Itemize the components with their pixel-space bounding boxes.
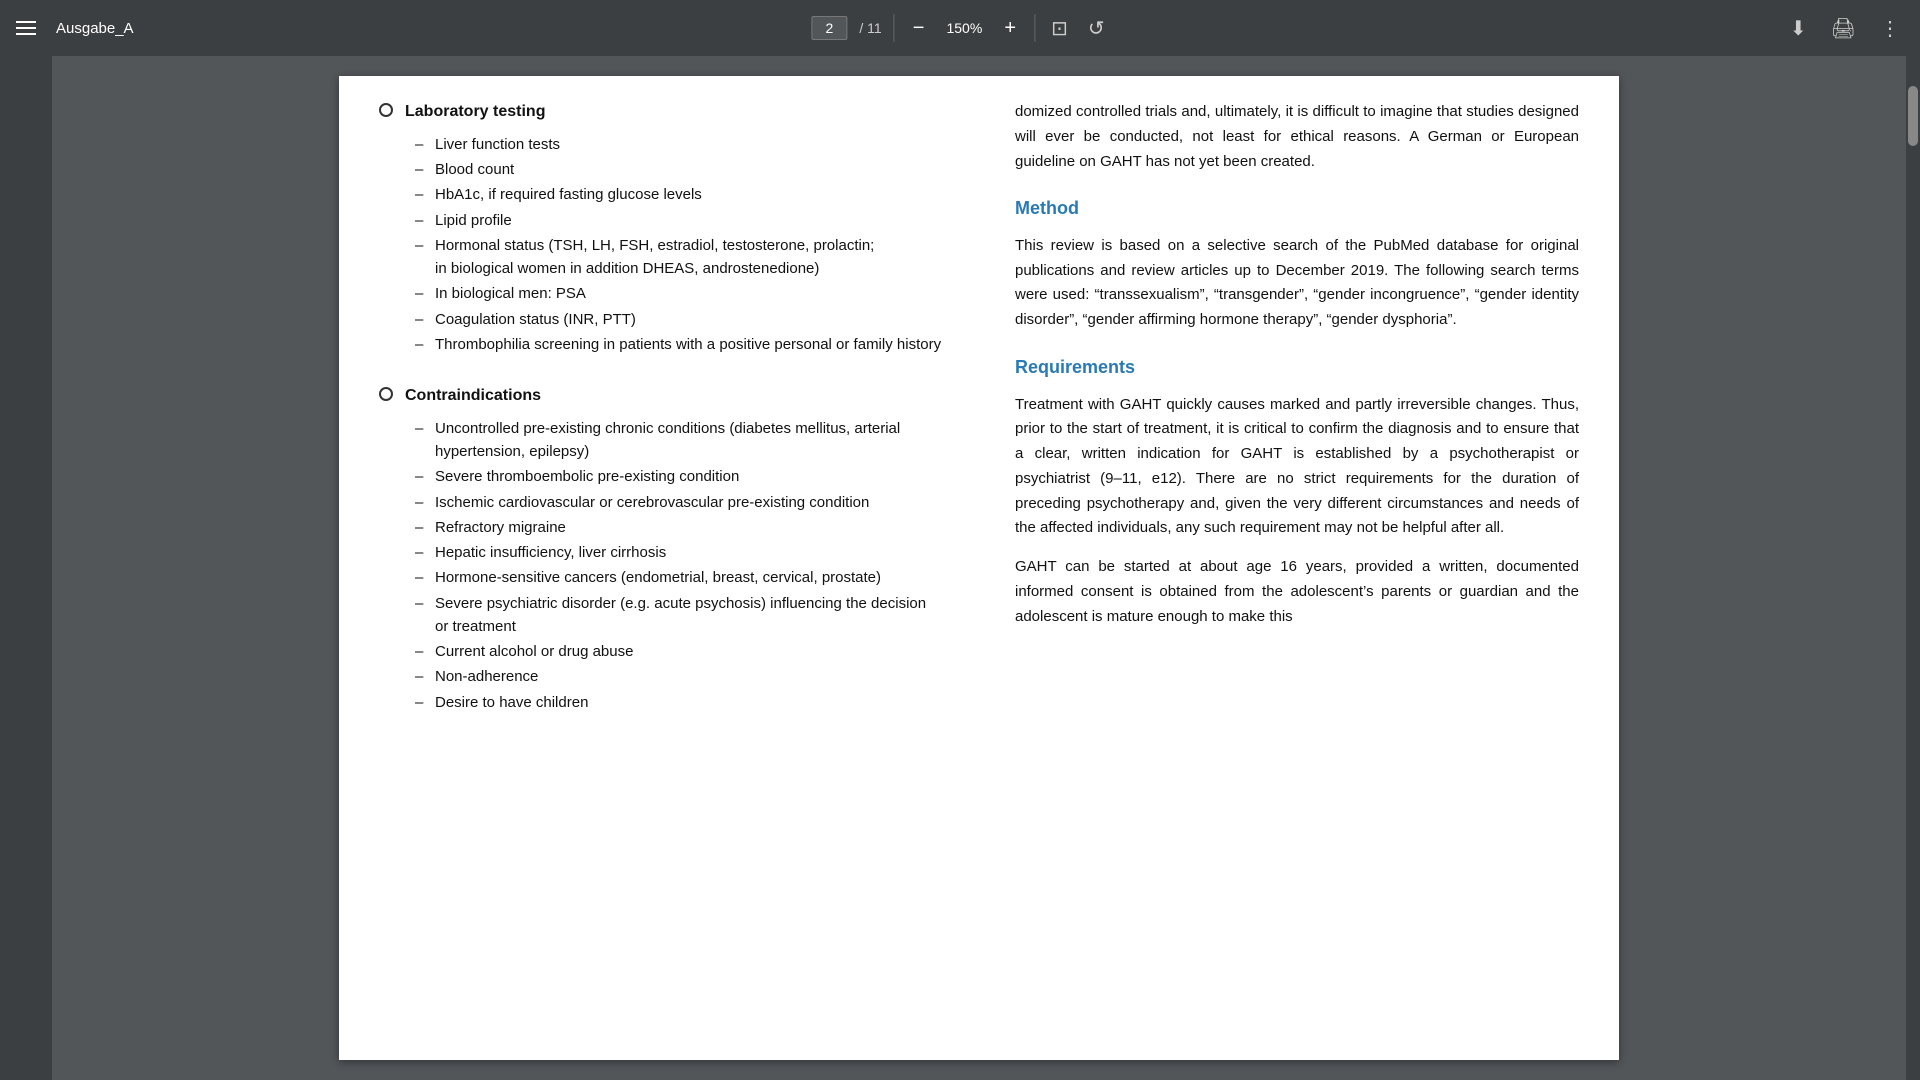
method-text: This review is based on a selective sear…: [1015, 234, 1579, 333]
left-sidebar: [0, 56, 52, 1080]
zoom-level: 150%: [942, 20, 986, 36]
section-header-lab: Laboratory testing: [379, 100, 943, 125]
lab-testing-list: Liver function tests Blood count HbA1c, …: [415, 133, 943, 356]
content-area: Laboratory testing Liver function tests …: [0, 56, 1920, 1080]
page-number-input[interactable]: [811, 16, 847, 40]
page: Laboratory testing Liver function tests …: [339, 76, 1619, 1060]
bullet-dot-contra: [379, 387, 393, 401]
list-item: Coagulation status (INR, PTT): [415, 308, 943, 331]
rotate-button[interactable]: ↺: [1084, 12, 1109, 45]
toolbar: Ausgabe_A / 11 − 150% + ⊡ ↺ ⬇ 🖨 ⋮: [0, 0, 1920, 56]
zoom-in-button[interactable]: +: [998, 16, 1022, 40]
scrollbar-thumb[interactable]: [1908, 86, 1918, 146]
document-viewer[interactable]: Laboratory testing Liver function tests …: [52, 56, 1906, 1080]
right-scrollbar[interactable]: [1906, 56, 1920, 1080]
download-button[interactable]: ⬇: [1786, 12, 1811, 45]
contraindications-list: Uncontrolled pre-existing chronic condit…: [415, 417, 943, 714]
fit-page-button[interactable]: ⊡: [1047, 12, 1072, 45]
lab-testing-title: Laboratory testing: [405, 100, 545, 125]
list-item: Hepatic insufficiency, liver cirrhosis: [415, 541, 943, 564]
requirements-para1: Treatment with GAHT quickly causes marke…: [1015, 393, 1579, 542]
list-item: Liver function tests: [415, 133, 943, 156]
print-button[interactable]: 🖨: [1827, 12, 1860, 45]
list-item: Severe thromboembolic pre-existing condi…: [415, 465, 943, 488]
page-navigation: / 11 − 150% + ⊡ ↺: [811, 12, 1108, 45]
contraindications-title: Contraindications: [405, 384, 541, 409]
list-item: Hormonal status (TSH, LH, FSH, estradiol…: [415, 234, 943, 281]
laboratory-testing-section: Laboratory testing Liver function tests …: [379, 100, 943, 356]
more-options-button[interactable]: ⋮: [1876, 12, 1904, 45]
divider: [894, 14, 895, 42]
list-item: Non-adherence: [415, 665, 943, 688]
right-column: domized controlled trials and, ultimatel…: [979, 76, 1619, 1060]
list-item: Ischemic cardiovascular or cerebrovascul…: [415, 491, 943, 514]
list-item: Blood count: [415, 158, 943, 181]
left-column: Laboratory testing Liver function tests …: [339, 76, 979, 1060]
zoom-out-button[interactable]: −: [907, 16, 931, 40]
list-item: Current alcohol or drug abuse: [415, 640, 943, 663]
list-item: Lipid profile: [415, 209, 943, 232]
list-item: Hormone-sensitive cancers (endometrial, …: [415, 566, 943, 589]
list-item: Thrombophilia screening in patients with…: [415, 333, 943, 356]
list-item: In biological men: PSA: [415, 282, 943, 305]
list-item: Severe psychiatric disorder (e.g. acute …: [415, 592, 943, 639]
method-heading: Method: [1015, 194, 1579, 224]
bullet-dot-lab: [379, 103, 393, 117]
intro-paragraph: domized controlled trials and, ultimatel…: [1015, 100, 1579, 174]
divider2: [1034, 14, 1035, 42]
page-separator: / 11: [859, 20, 881, 36]
list-item: Desire to have children: [415, 691, 943, 714]
list-item: Refractory migraine: [415, 516, 943, 539]
section-header-contra: Contraindications: [379, 384, 943, 409]
menu-icon[interactable]: [16, 21, 36, 35]
filename-label: Ausgabe_A: [56, 20, 134, 37]
requirements-heading: Requirements: [1015, 353, 1579, 383]
list-item: HbA1c, if required fasting glucose level…: [415, 183, 943, 206]
requirements-para2: GAHT can be started at about age 16 year…: [1015, 555, 1579, 629]
toolbar-actions: ⬇ 🖨 ⋮: [1786, 12, 1904, 45]
list-item: Uncontrolled pre-existing chronic condit…: [415, 417, 943, 464]
contraindications-section: Contraindications Uncontrolled pre-exist…: [379, 384, 943, 714]
